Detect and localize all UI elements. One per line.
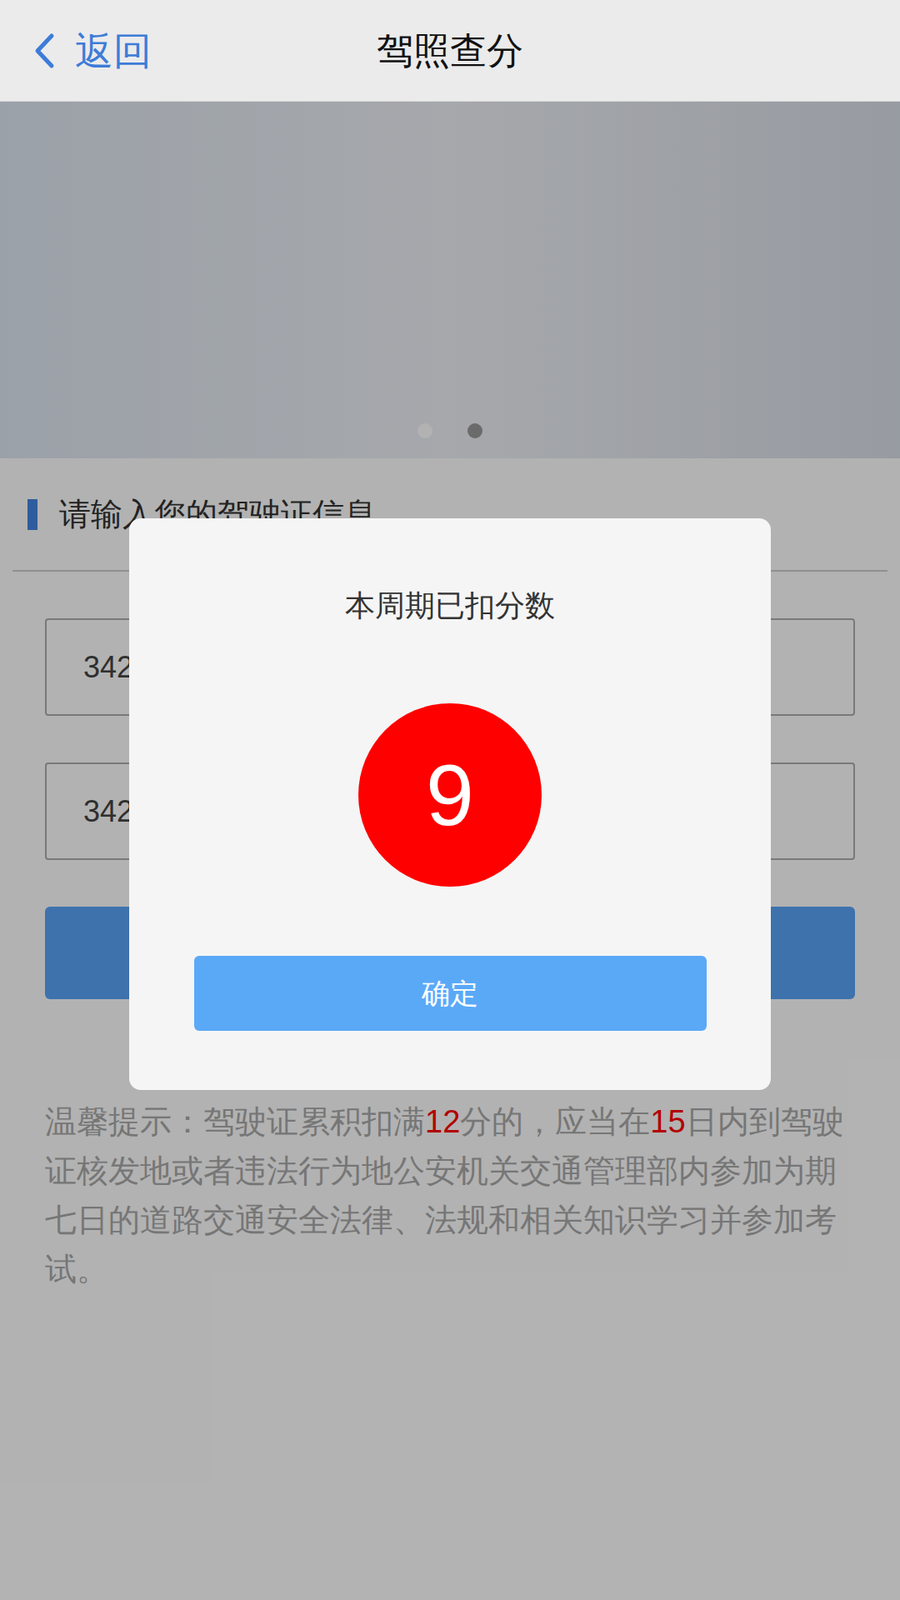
chevron-left-icon xyxy=(33,32,55,70)
back-label: 返回 xyxy=(75,25,152,76)
points-dialog: 本周期已扣分数 9 确定 xyxy=(129,518,771,1090)
page-title: 驾照查分 xyxy=(376,25,524,76)
confirm-label: 确定 xyxy=(421,975,479,1012)
dialog-title: 本周期已扣分数 xyxy=(345,588,555,624)
app-screen: 返回驾照查分请输入您的驾驶证信息342342温馨提示：驾驶证累积扣满12分的，应… xyxy=(0,0,900,1600)
back-button[interactable]: 返回 xyxy=(33,0,152,101)
points-circle: 9 xyxy=(358,703,542,887)
header: 返回 驾照查分 xyxy=(0,0,900,102)
confirm-button[interactable]: 确定 xyxy=(194,955,707,1031)
points-value: 9 xyxy=(425,745,475,845)
